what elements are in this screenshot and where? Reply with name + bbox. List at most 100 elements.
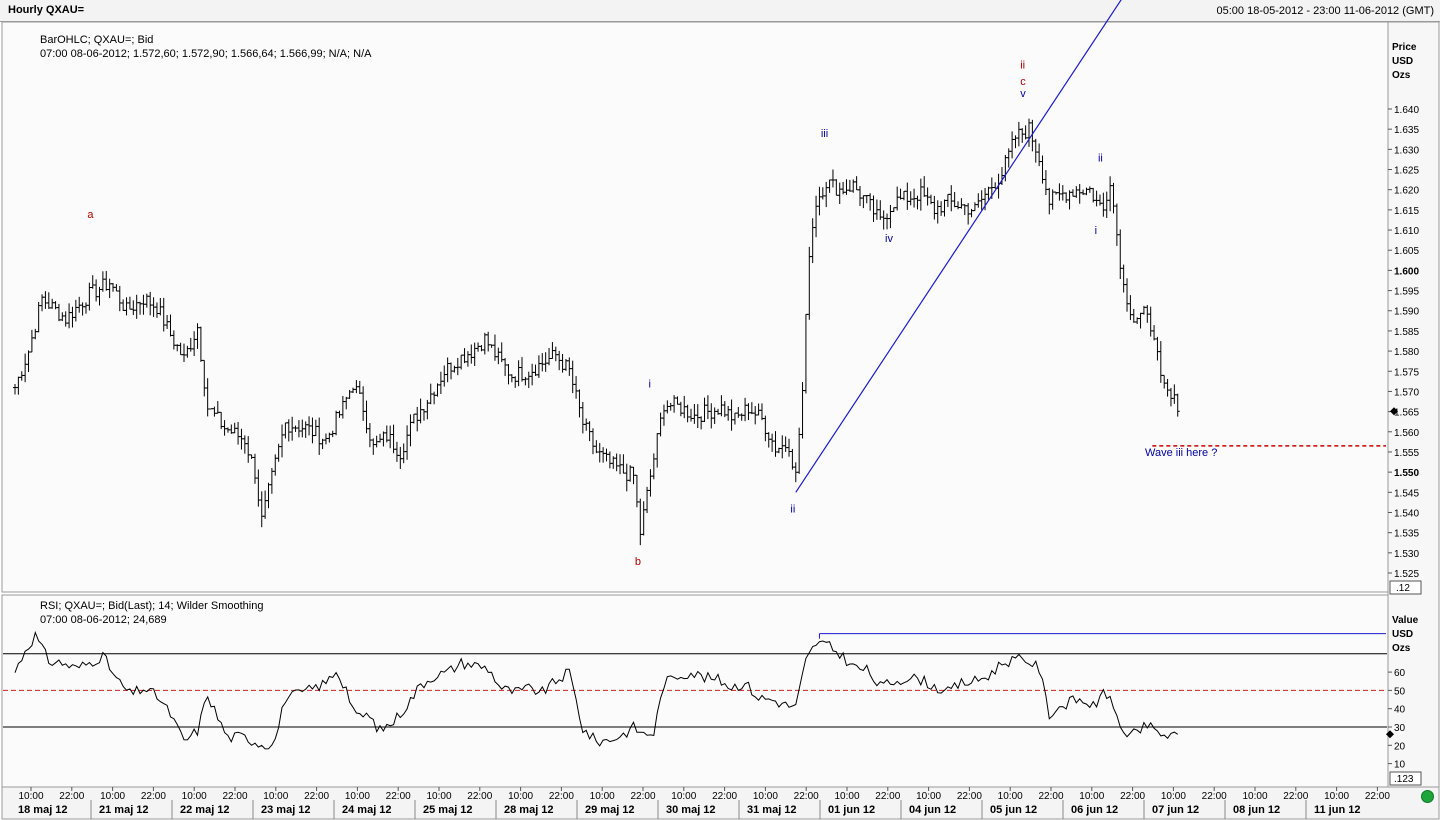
time-label: 10:00 [834, 791, 859, 802]
date-label: 28 maj 12 [504, 804, 554, 816]
time-label: 22:00 [222, 791, 247, 802]
date-label: 08 jun 12 [1233, 804, 1280, 816]
wave-label: a [87, 209, 94, 221]
price-tick-label: 1.555 [1394, 448, 1419, 459]
price-tick-label: 1.615 [1394, 206, 1419, 217]
date-label: 06 jun 12 [1071, 804, 1118, 816]
rsi-legend-line2: 07:00 08-06-2012; 24,689 [40, 614, 167, 626]
time-label: 22:00 [794, 791, 819, 802]
rsi-legend-line1: RSI; QXAU=; Bid(Last); 14; Wilder Smooth… [40, 600, 263, 612]
date-label: 18 maj 12 [18, 804, 68, 816]
time-label: 10:00 [18, 791, 43, 802]
price-tick-label: 1.590 [1394, 307, 1419, 318]
time-label: 22:00 [712, 791, 737, 802]
time-label: 22:00 [957, 791, 982, 802]
date-label: 23 maj 12 [261, 804, 311, 816]
price-tick-label: 1.610 [1394, 226, 1419, 237]
price-tick-label: 1.585 [1394, 327, 1419, 338]
price-tick-label: 1.575 [1394, 367, 1419, 378]
time-label: 10:00 [1324, 791, 1349, 802]
date-label: 21 maj 12 [99, 804, 149, 816]
price-tick-label: 1.640 [1394, 105, 1419, 116]
wave-label: c [1020, 76, 1026, 88]
price-tick-label: 1.595 [1394, 287, 1419, 298]
price-plot-area[interactable] [1, 21, 1389, 593]
time-label: 10:00 [182, 791, 207, 802]
wave-label: iii [821, 128, 828, 140]
date-label: 01 jun 12 [828, 804, 875, 816]
rsi-tick-label: 50 [1394, 686, 1406, 697]
rsi-tick-label: 10 [1394, 760, 1406, 771]
wave-label: b [635, 556, 641, 568]
time-label: 22:00 [630, 791, 655, 802]
time-label: 10:00 [263, 791, 288, 802]
wave-label: iv [885, 233, 893, 245]
wave-iii-annotation: Wave iii here ? [1145, 447, 1217, 459]
date-label: 22 maj 12 [180, 804, 230, 816]
date-label: 31 maj 12 [747, 804, 797, 816]
rsi-axis-title-1: Value [1392, 615, 1419, 626]
price-tick-label: 1.550 [1394, 468, 1419, 479]
date-label: 30 maj 12 [666, 804, 716, 816]
price-tick-label: 1.600 [1394, 266, 1419, 277]
time-label: 10:00 [1242, 791, 1267, 802]
price-tick-label: 1.540 [1394, 508, 1419, 519]
date-label: 29 maj 12 [585, 804, 635, 816]
time-label: 22:00 [304, 791, 329, 802]
time-label: 10:00 [916, 791, 941, 802]
rsi-plot-area[interactable] [1, 594, 1389, 788]
price-axis-title-2: USD [1392, 56, 1413, 67]
price-tick-label: 1.535 [1394, 529, 1419, 540]
time-label: 22:00 [1120, 791, 1145, 802]
rsi-axis-title-3: Ozs [1392, 643, 1411, 654]
time-label: 10:00 [345, 791, 370, 802]
time-label: 22:00 [549, 791, 574, 802]
time-label: 22:00 [59, 791, 84, 802]
price-tick-label: 1.625 [1394, 166, 1419, 177]
price-legend-line1: BarOHLC; QXAU=; Bid [40, 34, 153, 46]
price-tick-label: 1.620 [1394, 186, 1419, 197]
date-label: 05 jun 12 [990, 804, 1037, 816]
rsi-axis-title-2: USD [1392, 629, 1413, 640]
time-label: 10:00 [1161, 791, 1186, 802]
price-tick-label: 1.630 [1394, 145, 1419, 156]
date-label: 25 maj 12 [423, 804, 473, 816]
price-axis-title-3: Ozs [1392, 70, 1411, 81]
time-label: 22:00 [467, 791, 492, 802]
time-label: 10:00 [753, 791, 778, 802]
wave-label: ii [1020, 60, 1025, 72]
wave-label: ii [1098, 152, 1103, 164]
rsi-tick-label: 30 [1394, 723, 1406, 734]
date-label: 11 jun 12 [1314, 804, 1360, 816]
time-label: 10:00 [671, 791, 696, 802]
time-label: 10:00 [100, 791, 125, 802]
date-label: 07 jun 12 [1152, 804, 1199, 816]
price-tick-label: 1.635 [1394, 125, 1419, 136]
time-label: 22:00 [1202, 791, 1227, 802]
price-tick-label: 1.545 [1394, 488, 1419, 499]
time-label: 22:00 [141, 791, 166, 802]
price-tick-label: 1.580 [1394, 347, 1419, 358]
wave-label: i [1095, 225, 1097, 237]
date-label: 04 jun 12 [909, 804, 956, 816]
connection-status-icon[interactable] [1421, 790, 1434, 803]
time-label: 10:00 [426, 791, 451, 802]
time-label: 10:00 [998, 791, 1023, 802]
time-label: 22:00 [1283, 791, 1308, 802]
price-legend-line2: 07:00 08-06-2012; 1.572,60; 1.572,90; 1.… [40, 48, 372, 60]
price-tick-label: 1.565 [1394, 408, 1419, 419]
price-scale-box-label: .12 [1396, 583, 1410, 594]
price-tick-label: 1.570 [1394, 387, 1419, 398]
wave-label: v [1020, 88, 1026, 100]
time-label: 22:00 [1038, 791, 1063, 802]
price-tick-label: 1.560 [1394, 428, 1419, 439]
wave-label: i [648, 378, 650, 390]
time-label: 22:00 [875, 791, 900, 802]
time-label: 22:00 [1365, 791, 1390, 802]
time-label: 22:00 [386, 791, 411, 802]
price-tick-label: 1.525 [1394, 569, 1419, 580]
rsi-tick-label: 20 [1394, 741, 1406, 752]
time-label: 10:00 [1079, 791, 1104, 802]
time-label: 10:00 [508, 791, 533, 802]
price-tick-label: 1.530 [1394, 549, 1419, 560]
